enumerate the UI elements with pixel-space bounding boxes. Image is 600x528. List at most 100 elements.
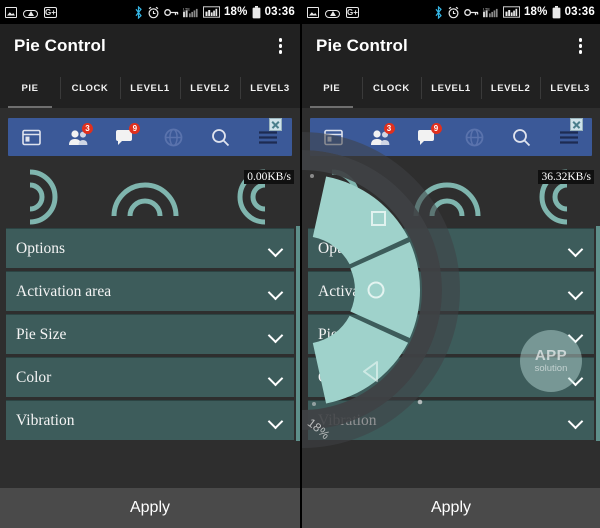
pie-preview-row: 0.00KB/s (0, 164, 300, 226)
close-icon[interactable] (569, 118, 583, 131)
page-title: Pie Control (316, 36, 408, 55)
apply-button[interactable]: Apply (0, 488, 300, 528)
list-item-vibration[interactable]: Vibration (308, 400, 594, 440)
alarm-icon (147, 6, 160, 19)
chevron-down-icon[interactable] (268, 327, 284, 343)
list-item-label: Vibration (318, 411, 377, 429)
apply-button-label: Apply (129, 499, 171, 516)
pie-preview-left (331, 169, 360, 225)
tab-level3[interactable]: LEVEL3 (540, 68, 600, 108)
more-vert-icon[interactable] (275, 34, 287, 58)
more-vert-icon[interactable] (575, 34, 587, 58)
friends-icon[interactable]: 3 (368, 123, 395, 148)
status-bar-clock: 03:36 (564, 6, 595, 18)
pie-preview-top (111, 182, 179, 217)
alarm-icon (447, 6, 460, 19)
network-speed-label: 36.32KB/s (538, 170, 594, 184)
apply-button[interactable]: Apply (302, 488, 600, 528)
status-bar-right-icons: LTE 18% 03:36 (434, 5, 595, 19)
tab-bar: PIE CLOCK LEVEL1 LEVEL2 LEVEL3 (0, 68, 300, 108)
list-item-color[interactable]: Color (308, 357, 594, 397)
bluetooth-icon (434, 5, 443, 19)
scrollbar[interactable] (596, 226, 600, 441)
pie-preview-row: 36.32KB/s (302, 164, 600, 226)
page-title: Pie Control (14, 36, 106, 55)
list-item-options[interactable]: Options (308, 228, 594, 268)
list-item-activation-area[interactable]: Activation area (308, 271, 594, 311)
tab-clock[interactable]: CLOCK (361, 68, 422, 108)
list-item-label: Options (16, 239, 66, 257)
friends-badge: 3 (81, 123, 93, 134)
list-item-label: Options (318, 239, 368, 257)
apply-button-label: Apply (430, 499, 472, 516)
chevron-down-icon[interactable] (268, 370, 284, 386)
app-bar: Pie Control (302, 24, 600, 68)
friends-badge: 3 (383, 123, 395, 134)
menu-icon[interactable] (556, 118, 583, 148)
globe-icon[interactable] (161, 126, 187, 148)
list-item-vibration[interactable]: Vibration (6, 400, 294, 440)
tab-bar: PIE CLOCK LEVEL1 LEVEL2 LEVEL3 (302, 68, 600, 108)
signal-lte-icon: LTE (182, 6, 199, 18)
chevron-down-icon[interactable] (268, 241, 284, 257)
google-plus-icon: G+ (44, 6, 57, 18)
ad-banner[interactable]: 3 9 (8, 118, 292, 156)
tab-clock[interactable]: CLOCK (60, 68, 120, 108)
bluetooth-icon (134, 5, 143, 19)
screenshot-icon (307, 6, 319, 18)
tab-level2[interactable]: LEVEL2 (480, 68, 541, 108)
status-bar-right-icons: LTE 18% 03:36 (134, 5, 295, 19)
vpn-key-icon (464, 7, 479, 18)
phone-screen-right: G+ LTE 18% 03:36 Pie Control PIE CLOCK L… (300, 0, 600, 528)
status-bar-left-icons: G+ (5, 6, 57, 18)
tab-pie[interactable]: PIE (0, 68, 60, 108)
status-bar: G+ LTE 18% 03:36 (0, 0, 300, 24)
list-item-label: Color (16, 368, 52, 386)
phone-screen-left: G+ LTE 18% 03:36 Pie Control PIE CLOCK L… (0, 0, 300, 528)
chevron-down-icon[interactable] (568, 241, 584, 257)
messages-badge: 9 (430, 123, 442, 134)
tab-level3[interactable]: LEVEL3 (240, 68, 300, 108)
battery-icon (252, 5, 261, 19)
chevron-down-icon[interactable] (568, 284, 584, 300)
list-item-pie-size[interactable]: Pie Size (6, 314, 294, 354)
newsfeed-icon[interactable] (321, 126, 347, 148)
signal-icon (502, 6, 520, 18)
friends-icon[interactable]: 3 (66, 123, 93, 148)
close-icon[interactable] (269, 118, 283, 131)
tab-pie[interactable]: PIE (302, 68, 362, 108)
chevron-down-icon[interactable] (568, 413, 584, 429)
globe-icon[interactable] (462, 126, 488, 148)
list-item-activation-area[interactable]: Activation area (6, 271, 294, 311)
battery-percent: 18% (223, 6, 248, 18)
chevron-down-icon[interactable] (568, 327, 584, 343)
signal-icon (202, 6, 220, 18)
list-item-label: Pie Size (16, 325, 67, 343)
status-bar-clock: 03:36 (264, 6, 295, 18)
messages-badge: 9 (129, 123, 141, 134)
chevron-down-icon[interactable] (268, 413, 284, 429)
menu-icon[interactable] (255, 118, 283, 148)
list-item-options[interactable]: Options (6, 228, 294, 268)
cloud-upload-icon (23, 7, 38, 18)
tab-level1[interactable]: LEVEL1 (421, 68, 481, 108)
list-item-color[interactable]: Color (6, 357, 294, 397)
chevron-down-icon[interactable] (268, 284, 284, 300)
status-bar: G+ LTE 18% 03:36 (302, 0, 600, 24)
network-speed-label: 0.00KB/s (244, 170, 294, 184)
pie-preview-left (29, 169, 58, 225)
messages-icon[interactable]: 9 (415, 123, 442, 148)
search-icon[interactable] (509, 126, 535, 148)
tab-level2[interactable]: LEVEL2 (180, 68, 240, 108)
signal-lte-icon: LTE (482, 6, 499, 18)
chevron-down-icon[interactable] (568, 370, 584, 386)
search-icon[interactable] (208, 126, 234, 148)
tab-level1[interactable]: LEVEL1 (120, 68, 180, 108)
list-item-pie-size[interactable]: Pie Size (308, 314, 594, 354)
list-item-label: Color (318, 368, 354, 386)
messages-icon[interactable]: 9 (113, 123, 141, 148)
newsfeed-icon[interactable] (19, 126, 45, 148)
ad-banner[interactable]: 3 9 (310, 118, 592, 156)
battery-percent: 18% (523, 6, 548, 18)
battery-icon (552, 5, 561, 19)
